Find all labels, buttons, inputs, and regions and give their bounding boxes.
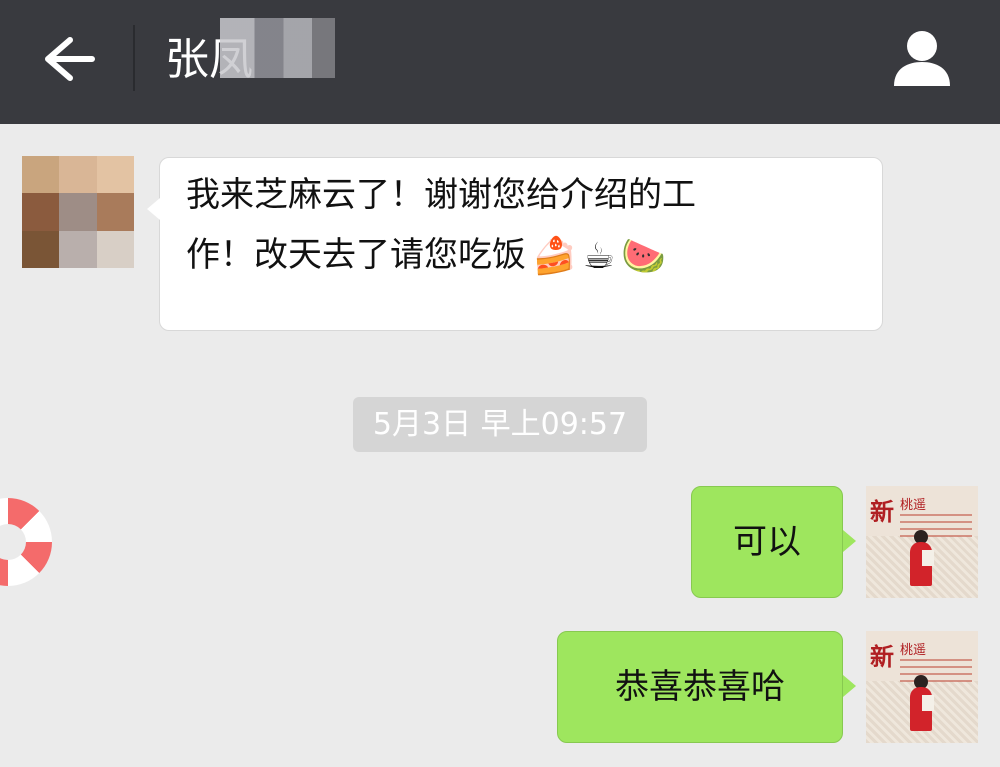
outgoing-message-bubble[interactable]: 恭喜恭喜哈 — [557, 631, 843, 743]
message-line-1: 我来芝麻云了！谢谢您给介绍的工 — [186, 175, 696, 215]
my-avatar[interactable]: 新 桃遥 — [866, 486, 978, 598]
coffee-emoji-icon: ☕ — [582, 235, 616, 277]
contact-avatar[interactable] — [22, 156, 134, 268]
avatar-banner-lines — [900, 514, 972, 540]
cake-emoji-icon: 🍰 — [532, 235, 577, 277]
title-blur-mask — [220, 18, 335, 78]
message-line-2: 作！改天去了请您吃饭 🍰 ☕ 🍉 — [186, 228, 862, 284]
outgoing-message-text: 可以 — [733, 522, 801, 562]
incoming-message-bubble[interactable]: 我来芝麻云了！谢谢您给介绍的工 作！改天去了请您吃饭 🍰 ☕ 🍉 — [159, 157, 883, 331]
chat-header: 张凤 — [0, 0, 1000, 124]
incoming-bubble-tail — [147, 198, 160, 220]
outgoing-bubble-tail — [843, 530, 856, 552]
header-divider — [133, 25, 135, 91]
outgoing-bubble-tail — [843, 675, 856, 697]
my-avatar[interactable]: 新 桃遥 — [866, 631, 978, 743]
avatar-brand-subtext: 桃遥 — [900, 643, 927, 658]
avatar-banner-lines — [900, 659, 972, 685]
avatar-brand-text: 新 — [870, 642, 894, 671]
avatar-brand-subtext: 桃遥 — [900, 498, 927, 513]
outgoing-message-bubble[interactable]: 可以 — [691, 486, 843, 598]
message-line-2-text: 作！改天去了请您吃饭 — [186, 235, 526, 275]
timestamp-label: 5月3日 早上09:57 — [353, 397, 647, 452]
avatar-certificate — [922, 550, 934, 566]
profile-icon[interactable] — [890, 26, 954, 90]
watermelon-emoji-icon: 🍉 — [621, 235, 666, 277]
back-arrow-icon[interactable] — [40, 34, 96, 84]
outgoing-message-text: 恭喜恭喜哈 — [615, 667, 785, 707]
avatar-certificate — [922, 695, 934, 711]
avatar-brand-text: 新 — [870, 497, 894, 526]
lifebuoy-icon[interactable] — [0, 498, 52, 586]
